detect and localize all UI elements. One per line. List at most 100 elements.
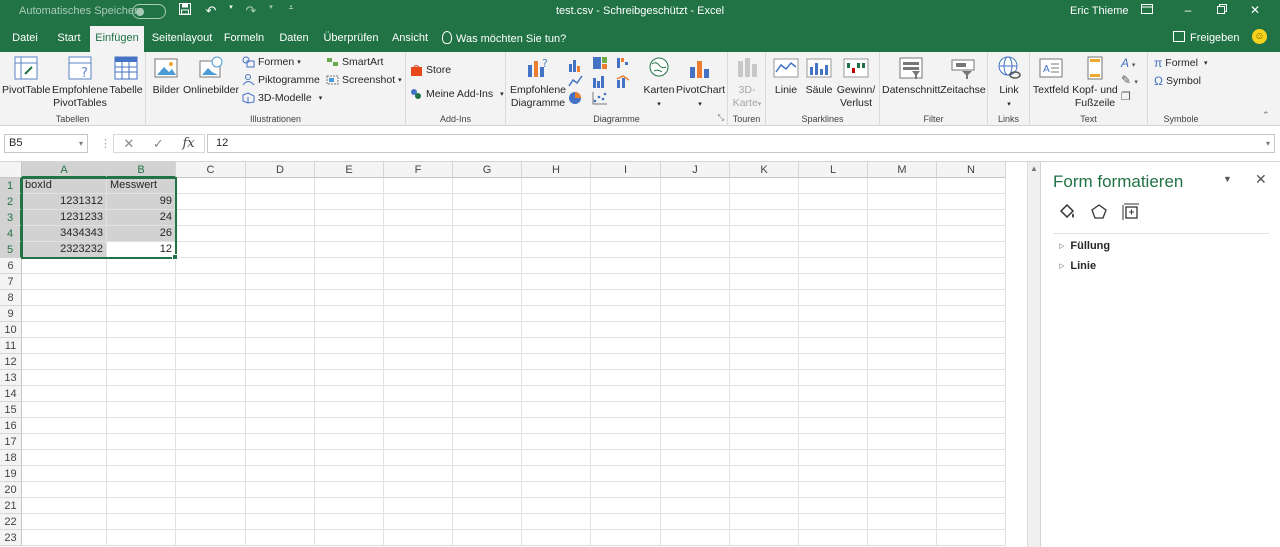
cell-e18[interactable] bbox=[315, 450, 384, 466]
cell-b20[interactable] bbox=[107, 482, 176, 498]
cell-n7[interactable] bbox=[937, 274, 1006, 290]
cell-g12[interactable] bbox=[453, 354, 522, 370]
cell-i14[interactable] bbox=[591, 386, 661, 402]
row-header-17[interactable]: 17 bbox=[0, 434, 22, 450]
fill-line-icon[interactable] bbox=[1057, 202, 1077, 222]
meine-addins-button[interactable]: Meine Add-Ins ▾ bbox=[410, 88, 504, 100]
insert-function-icon[interactable]: fx bbox=[182, 136, 194, 151]
effects-pentagon-icon[interactable] bbox=[1089, 202, 1109, 222]
cell-b7[interactable] bbox=[107, 274, 176, 290]
cell-g11[interactable] bbox=[453, 338, 522, 354]
cell-l5[interactable] bbox=[799, 242, 868, 258]
cell-c22[interactable] bbox=[176, 514, 246, 530]
cell-l18[interactable] bbox=[799, 450, 868, 466]
link-button[interactable]: Link ▾ bbox=[992, 55, 1026, 111]
cell-c11[interactable] bbox=[176, 338, 246, 354]
recommended-charts-button[interactable]: ? Empfohlene Diagramme bbox=[508, 55, 568, 110]
cell-k19[interactable] bbox=[730, 466, 799, 482]
cell-j5[interactable] bbox=[661, 242, 730, 258]
cell-h13[interactable] bbox=[522, 370, 591, 386]
cell-d16[interactable] bbox=[246, 418, 315, 434]
section-fuellung[interactable]: ▷ Füllung bbox=[1059, 240, 1110, 252]
cell-b14[interactable] bbox=[107, 386, 176, 402]
cell-d20[interactable] bbox=[246, 482, 315, 498]
chevron-down-icon[interactable]: ▾ bbox=[79, 135, 83, 152]
cell-f20[interactable] bbox=[384, 482, 453, 498]
cell-f12[interactable] bbox=[384, 354, 453, 370]
cell-c15[interactable] bbox=[176, 402, 246, 418]
cell-m17[interactable] bbox=[868, 434, 937, 450]
cell-m14[interactable] bbox=[868, 386, 937, 402]
cell-f21[interactable] bbox=[384, 498, 453, 514]
cell-n13[interactable] bbox=[937, 370, 1006, 386]
column-header-f[interactable]: F bbox=[384, 162, 453, 178]
cell-g10[interactable] bbox=[453, 322, 522, 338]
section-linie[interactable]: ▷ Linie bbox=[1059, 260, 1096, 272]
cell-c12[interactable] bbox=[176, 354, 246, 370]
cell-g5[interactable] bbox=[453, 242, 522, 258]
signature-line-icon[interactable]: ✎ ▾ bbox=[1121, 73, 1138, 87]
cell-b19[interactable] bbox=[107, 466, 176, 482]
cell-d6[interactable] bbox=[246, 258, 315, 274]
cell-g3[interactable] bbox=[453, 210, 522, 226]
cell-c17[interactable] bbox=[176, 434, 246, 450]
cell-k18[interactable] bbox=[730, 450, 799, 466]
cell-m22[interactable] bbox=[868, 514, 937, 530]
cell-i20[interactable] bbox=[591, 482, 661, 498]
cell-d21[interactable] bbox=[246, 498, 315, 514]
cell-i12[interactable] bbox=[591, 354, 661, 370]
cell-i1[interactable] bbox=[591, 178, 661, 194]
cell-g18[interactable] bbox=[453, 450, 522, 466]
cell-a15[interactable] bbox=[22, 402, 107, 418]
cell-j11[interactable] bbox=[661, 338, 730, 354]
cell-d13[interactable] bbox=[246, 370, 315, 386]
row-header-1[interactable]: 1 bbox=[0, 178, 22, 194]
pie-chart-icon[interactable] bbox=[568, 91, 584, 105]
row-header-6[interactable]: 6 bbox=[0, 258, 22, 274]
cell-n10[interactable] bbox=[937, 322, 1006, 338]
smartart-button[interactable]: SmartArt bbox=[326, 56, 383, 68]
cell-f11[interactable] bbox=[384, 338, 453, 354]
cell-c23[interactable] bbox=[176, 530, 246, 546]
row-header-2[interactable]: 2 bbox=[0, 194, 22, 210]
tell-me-search[interactable]: Was möchten Sie tun? bbox=[442, 31, 566, 45]
cell-i17[interactable] bbox=[591, 434, 661, 450]
cell-a22[interactable] bbox=[22, 514, 107, 530]
user-name[interactable]: Eric Thieme bbox=[1070, 5, 1128, 17]
cell-i8[interactable] bbox=[591, 290, 661, 306]
cell-b9[interactable] bbox=[107, 306, 176, 322]
cell-e16[interactable] bbox=[315, 418, 384, 434]
cell-m13[interactable] bbox=[868, 370, 937, 386]
cell-k3[interactable] bbox=[730, 210, 799, 226]
cell-h21[interactable] bbox=[522, 498, 591, 514]
cell-c6[interactable] bbox=[176, 258, 246, 274]
cell-j7[interactable] bbox=[661, 274, 730, 290]
cell-e15[interactable] bbox=[315, 402, 384, 418]
cell-f9[interactable] bbox=[384, 306, 453, 322]
cell-g21[interactable] bbox=[453, 498, 522, 514]
cell-i13[interactable] bbox=[591, 370, 661, 386]
enter-icon[interactable]: ✓ bbox=[153, 136, 164, 152]
cell-n15[interactable] bbox=[937, 402, 1006, 418]
cell-d23[interactable] bbox=[246, 530, 315, 546]
cell-d22[interactable] bbox=[246, 514, 315, 530]
cell-i3[interactable] bbox=[591, 210, 661, 226]
cell-h10[interactable] bbox=[522, 322, 591, 338]
column-header-d[interactable]: D bbox=[246, 162, 315, 178]
cell-c18[interactable] bbox=[176, 450, 246, 466]
cell-m4[interactable] bbox=[868, 226, 937, 242]
cell-e7[interactable] bbox=[315, 274, 384, 290]
cell-f7[interactable] bbox=[384, 274, 453, 290]
cell-b5[interactable]: 12 bbox=[107, 242, 176, 258]
name-box[interactable]: B5 ▾ bbox=[4, 134, 88, 153]
cell-c21[interactable] bbox=[176, 498, 246, 514]
cell-f14[interactable] bbox=[384, 386, 453, 402]
cell-i6[interactable] bbox=[591, 258, 661, 274]
cell-j9[interactable] bbox=[661, 306, 730, 322]
cell-i19[interactable] bbox=[591, 466, 661, 482]
column-chart-icon[interactable] bbox=[568, 58, 584, 72]
cell-b2[interactable]: 99 bbox=[107, 194, 176, 210]
cell-f17[interactable] bbox=[384, 434, 453, 450]
cell-a11[interactable] bbox=[22, 338, 107, 354]
cell-d1[interactable] bbox=[246, 178, 315, 194]
